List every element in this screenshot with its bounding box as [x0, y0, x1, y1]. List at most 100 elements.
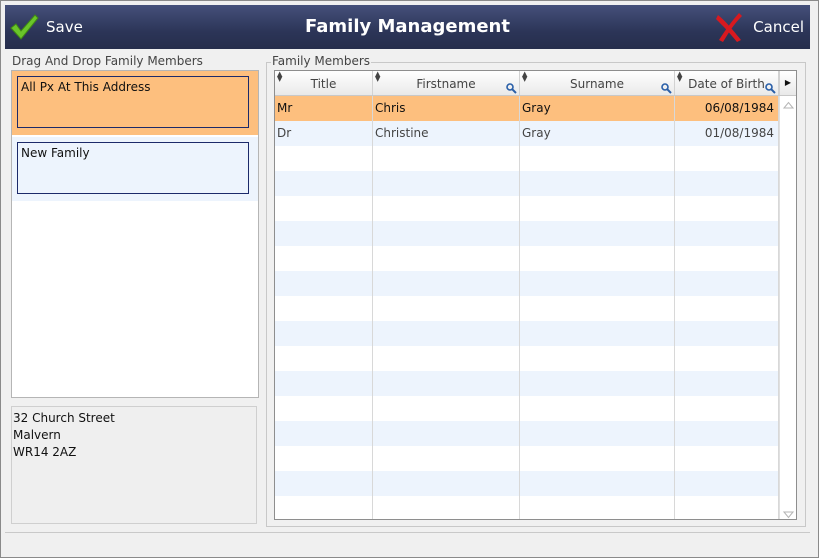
cell-surname [520, 346, 675, 371]
cell-surname [520, 171, 675, 196]
family-group-new-family[interactable]: New Family [12, 137, 258, 201]
cell-firstname [373, 471, 520, 496]
empty-table-row [275, 221, 779, 246]
empty-table-row [275, 346, 779, 371]
cell-dob [675, 396, 779, 421]
empty-table-row [275, 471, 779, 496]
cell-title [275, 396, 373, 421]
drag-drop-heading: Drag And Drop Family Members [11, 54, 204, 68]
cell-dob [675, 221, 779, 246]
cell-surname: Gray [520, 121, 675, 146]
cell-firstname [373, 446, 520, 471]
family-groups-panel: All Px At This Address New Family [11, 70, 259, 398]
family-members-heading: Family Members [271, 54, 372, 68]
cell-firstname [373, 496, 520, 519]
grid-body: Mr Chris Gray 06/08/1984 Dr Christine Gray 01/0… [275, 96, 779, 519]
empty-table-row [275, 321, 779, 346]
cell-firstname [373, 346, 520, 371]
cell-dob [675, 371, 779, 396]
cell-dob [675, 471, 779, 496]
cell-surname [520, 221, 675, 246]
cell-firstname [373, 296, 520, 321]
empty-table-row [275, 496, 779, 519]
table-row[interactable]: Dr Christine Gray 01/08/1984 [275, 121, 779, 146]
column-header-label: Firstname [416, 77, 476, 91]
empty-table-row [275, 271, 779, 296]
cell-dob [675, 346, 779, 371]
cell-surname [520, 371, 675, 396]
cell-title [275, 346, 373, 371]
cell-firstname [373, 396, 520, 421]
cell-dob [675, 271, 779, 296]
cell-title [275, 271, 373, 296]
table-row[interactable]: Mr Chris Gray 06/08/1984 [275, 96, 779, 121]
cell-firstname [373, 271, 520, 296]
cell-surname [520, 146, 675, 171]
empty-table-row [275, 246, 779, 271]
vertical-scrollbar[interactable] [779, 96, 796, 519]
column-header-title[interactable]: ▲ ▼ Title [275, 71, 373, 95]
column-header-surname[interactable]: ▲ ▼ Surname [520, 71, 675, 95]
cell-title [275, 246, 373, 271]
empty-table-row [275, 146, 779, 171]
empty-table-row [275, 421, 779, 446]
cancel-label: Cancel [753, 18, 804, 36]
arrow-up-icon[interactable] [782, 98, 795, 112]
arrow-right-icon[interactable]: ▶ [779, 71, 796, 95]
save-button[interactable]: Save [9, 5, 83, 49]
cell-surname [520, 196, 675, 221]
grid-header: ▲ ▼ Title ▲ ▼ Firstname ▲ ▼ Surname ▲ ▼ Date… [275, 71, 796, 96]
cross-icon [715, 11, 743, 43]
checkmark-icon [9, 13, 39, 41]
arrow-down-icon[interactable] [782, 508, 795, 519]
page-title: Family Management [305, 16, 510, 37]
cell-surname [520, 321, 675, 346]
sort-icon[interactable]: ▲ ▼ [677, 71, 682, 83]
column-header-label: Title [310, 77, 337, 91]
empty-table-row [275, 446, 779, 471]
cell-dob: 06/08/1984 [675, 96, 779, 121]
status-bar [5, 532, 810, 555]
cell-firstname [373, 246, 520, 271]
cell-surname [520, 246, 675, 271]
cell-title: Dr [275, 121, 373, 146]
family-management-window: Save Family Management Cancel Drag And D… [0, 0, 819, 558]
cell-title [275, 196, 373, 221]
family-members-grid: ▲ ▼ Title ▲ ▼ Firstname ▲ ▼ Surname ▲ ▼ Date… [274, 70, 797, 520]
family-group-all-px[interactable]: All Px At This Address [12, 71, 258, 135]
cell-dob [675, 446, 779, 471]
cancel-button[interactable]: Cancel [715, 5, 804, 49]
cell-surname: Gray [520, 96, 675, 121]
empty-table-row [275, 296, 779, 321]
cell-surname [520, 296, 675, 321]
cell-title [275, 321, 373, 346]
family-group-label: All Px At This Address [17, 76, 249, 128]
cell-firstname: Christine [373, 121, 520, 146]
empty-table-row [275, 171, 779, 196]
column-header-firstname[interactable]: ▲ ▼ Firstname [373, 71, 520, 95]
cell-dob: 01/08/1984 [675, 121, 779, 146]
empty-table-row [275, 396, 779, 421]
sort-icon[interactable]: ▲ ▼ [522, 71, 527, 83]
cell-title [275, 221, 373, 246]
cell-firstname [373, 196, 520, 221]
column-header-label: Date of Birth [688, 77, 765, 91]
cell-surname [520, 446, 675, 471]
cell-dob [675, 246, 779, 271]
cell-firstname [373, 321, 520, 346]
sort-icon[interactable]: ▲ ▼ [277, 71, 282, 83]
cell-dob [675, 146, 779, 171]
address-line: Malvern [13, 428, 61, 442]
cell-dob [675, 496, 779, 519]
cell-title [275, 146, 373, 171]
cell-firstname [373, 171, 520, 196]
cell-surname [520, 421, 675, 446]
empty-table-row [275, 196, 779, 221]
sort-icon[interactable]: ▲ ▼ [375, 71, 380, 83]
empty-table-row [275, 371, 779, 396]
cell-surname [520, 471, 675, 496]
column-header-dob[interactable]: ▲ ▼ Date of Birth [675, 71, 779, 95]
cell-firstname [373, 146, 520, 171]
cell-title [275, 446, 373, 471]
cell-title [275, 496, 373, 519]
